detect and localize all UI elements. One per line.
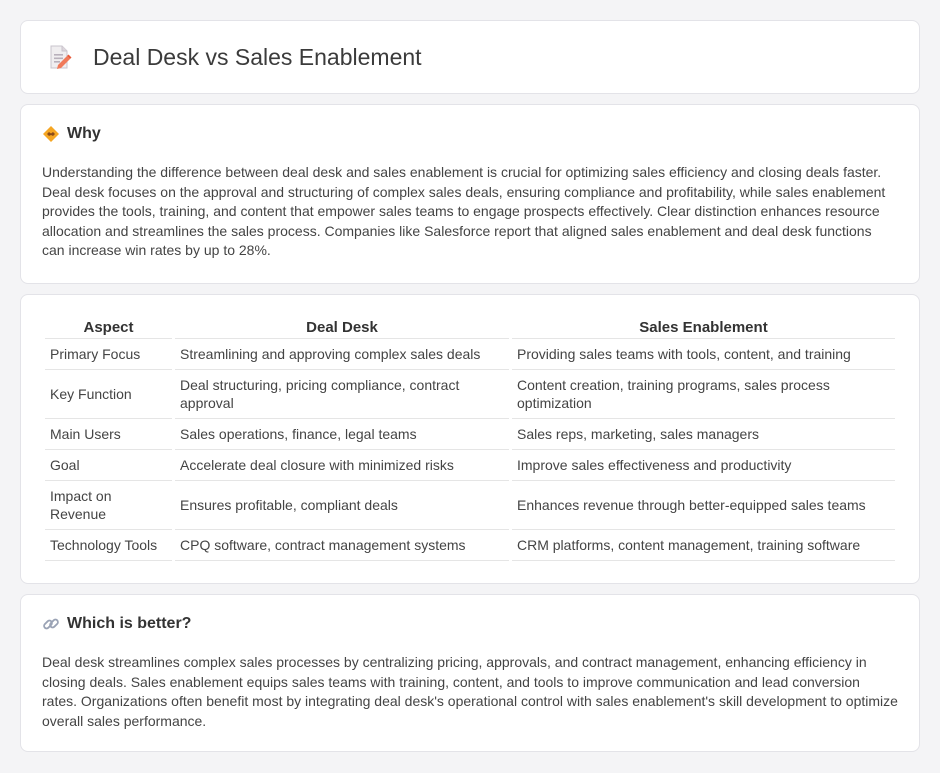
cell-deal-desk: CPQ software, contract management system… bbox=[175, 530, 509, 561]
table-row: Main Users Sales operations, finance, le… bbox=[45, 419, 895, 450]
which-is-better-section: Which is better? Deal desk streamlines c… bbox=[20, 594, 920, 752]
why-heading-row: Why bbox=[42, 125, 898, 143]
cell-sales-enablement: CRM platforms, content management, train… bbox=[512, 530, 895, 561]
cell-deal-desk: Deal structuring, pricing compliance, co… bbox=[175, 370, 509, 419]
cell-deal-desk: Sales operations, finance, legal teams bbox=[175, 419, 509, 450]
cell-sales-enablement: Providing sales teams with tools, conten… bbox=[512, 339, 895, 370]
comparison-table: Aspect Deal Desk Sales Enablement Primar… bbox=[42, 315, 898, 561]
cell-deal-desk: Ensures profitable, compliant deals bbox=[175, 481, 509, 530]
cell-sales-enablement: Improve sales effectiveness and producti… bbox=[512, 450, 895, 481]
table-row: Impact on Revenue Ensures profitable, co… bbox=[45, 481, 895, 530]
header-aspect: Aspect bbox=[45, 315, 172, 339]
link-icon bbox=[42, 615, 60, 633]
cell-aspect: Key Function bbox=[45, 370, 172, 419]
cell-aspect: Primary Focus bbox=[45, 339, 172, 370]
table-row: Technology Tools CPQ software, contract … bbox=[45, 530, 895, 561]
header-sales-enablement: Sales Enablement bbox=[512, 315, 895, 339]
why-heading: Why bbox=[67, 125, 101, 142]
document-edit-icon bbox=[45, 43, 73, 71]
comparison-table-card: Aspect Deal Desk Sales Enablement Primar… bbox=[20, 294, 920, 584]
better-heading: Which is better? bbox=[67, 615, 192, 632]
better-heading-row: Which is better? bbox=[42, 615, 898, 633]
page-title: Deal Desk vs Sales Enablement bbox=[93, 43, 422, 70]
cell-deal-desk: Accelerate deal closure with minimized r… bbox=[175, 450, 509, 481]
header-card: Deal Desk vs Sales Enablement bbox=[20, 20, 920, 94]
better-text: Deal desk streamlines complex sales proc… bbox=[42, 654, 898, 729]
cell-sales-enablement: Content creation, training programs, sal… bbox=[512, 370, 895, 419]
header-deal-desk: Deal Desk bbox=[175, 315, 509, 339]
table-row: Goal Accelerate deal closure with minimi… bbox=[45, 450, 895, 481]
cell-sales-enablement: Sales reps, marketing, sales managers bbox=[512, 419, 895, 450]
table-row: Primary Focus Streamlining and approving… bbox=[45, 339, 895, 370]
cell-aspect: Goal bbox=[45, 450, 172, 481]
handshake-icon bbox=[42, 125, 60, 143]
cell-deal-desk: Streamlining and approving complex sales… bbox=[175, 339, 509, 370]
table-row: Key Function Deal structuring, pricing c… bbox=[45, 370, 895, 419]
cell-aspect: Main Users bbox=[45, 419, 172, 450]
cell-sales-enablement: Enhances revenue through better-equipped… bbox=[512, 481, 895, 530]
why-text: Understanding the difference between dea… bbox=[42, 164, 886, 258]
why-section: Why Understanding the difference between… bbox=[20, 104, 920, 284]
table-header-row: Aspect Deal Desk Sales Enablement bbox=[45, 315, 895, 339]
cell-aspect: Impact on Revenue bbox=[45, 481, 172, 530]
cell-aspect: Technology Tools bbox=[45, 530, 172, 561]
